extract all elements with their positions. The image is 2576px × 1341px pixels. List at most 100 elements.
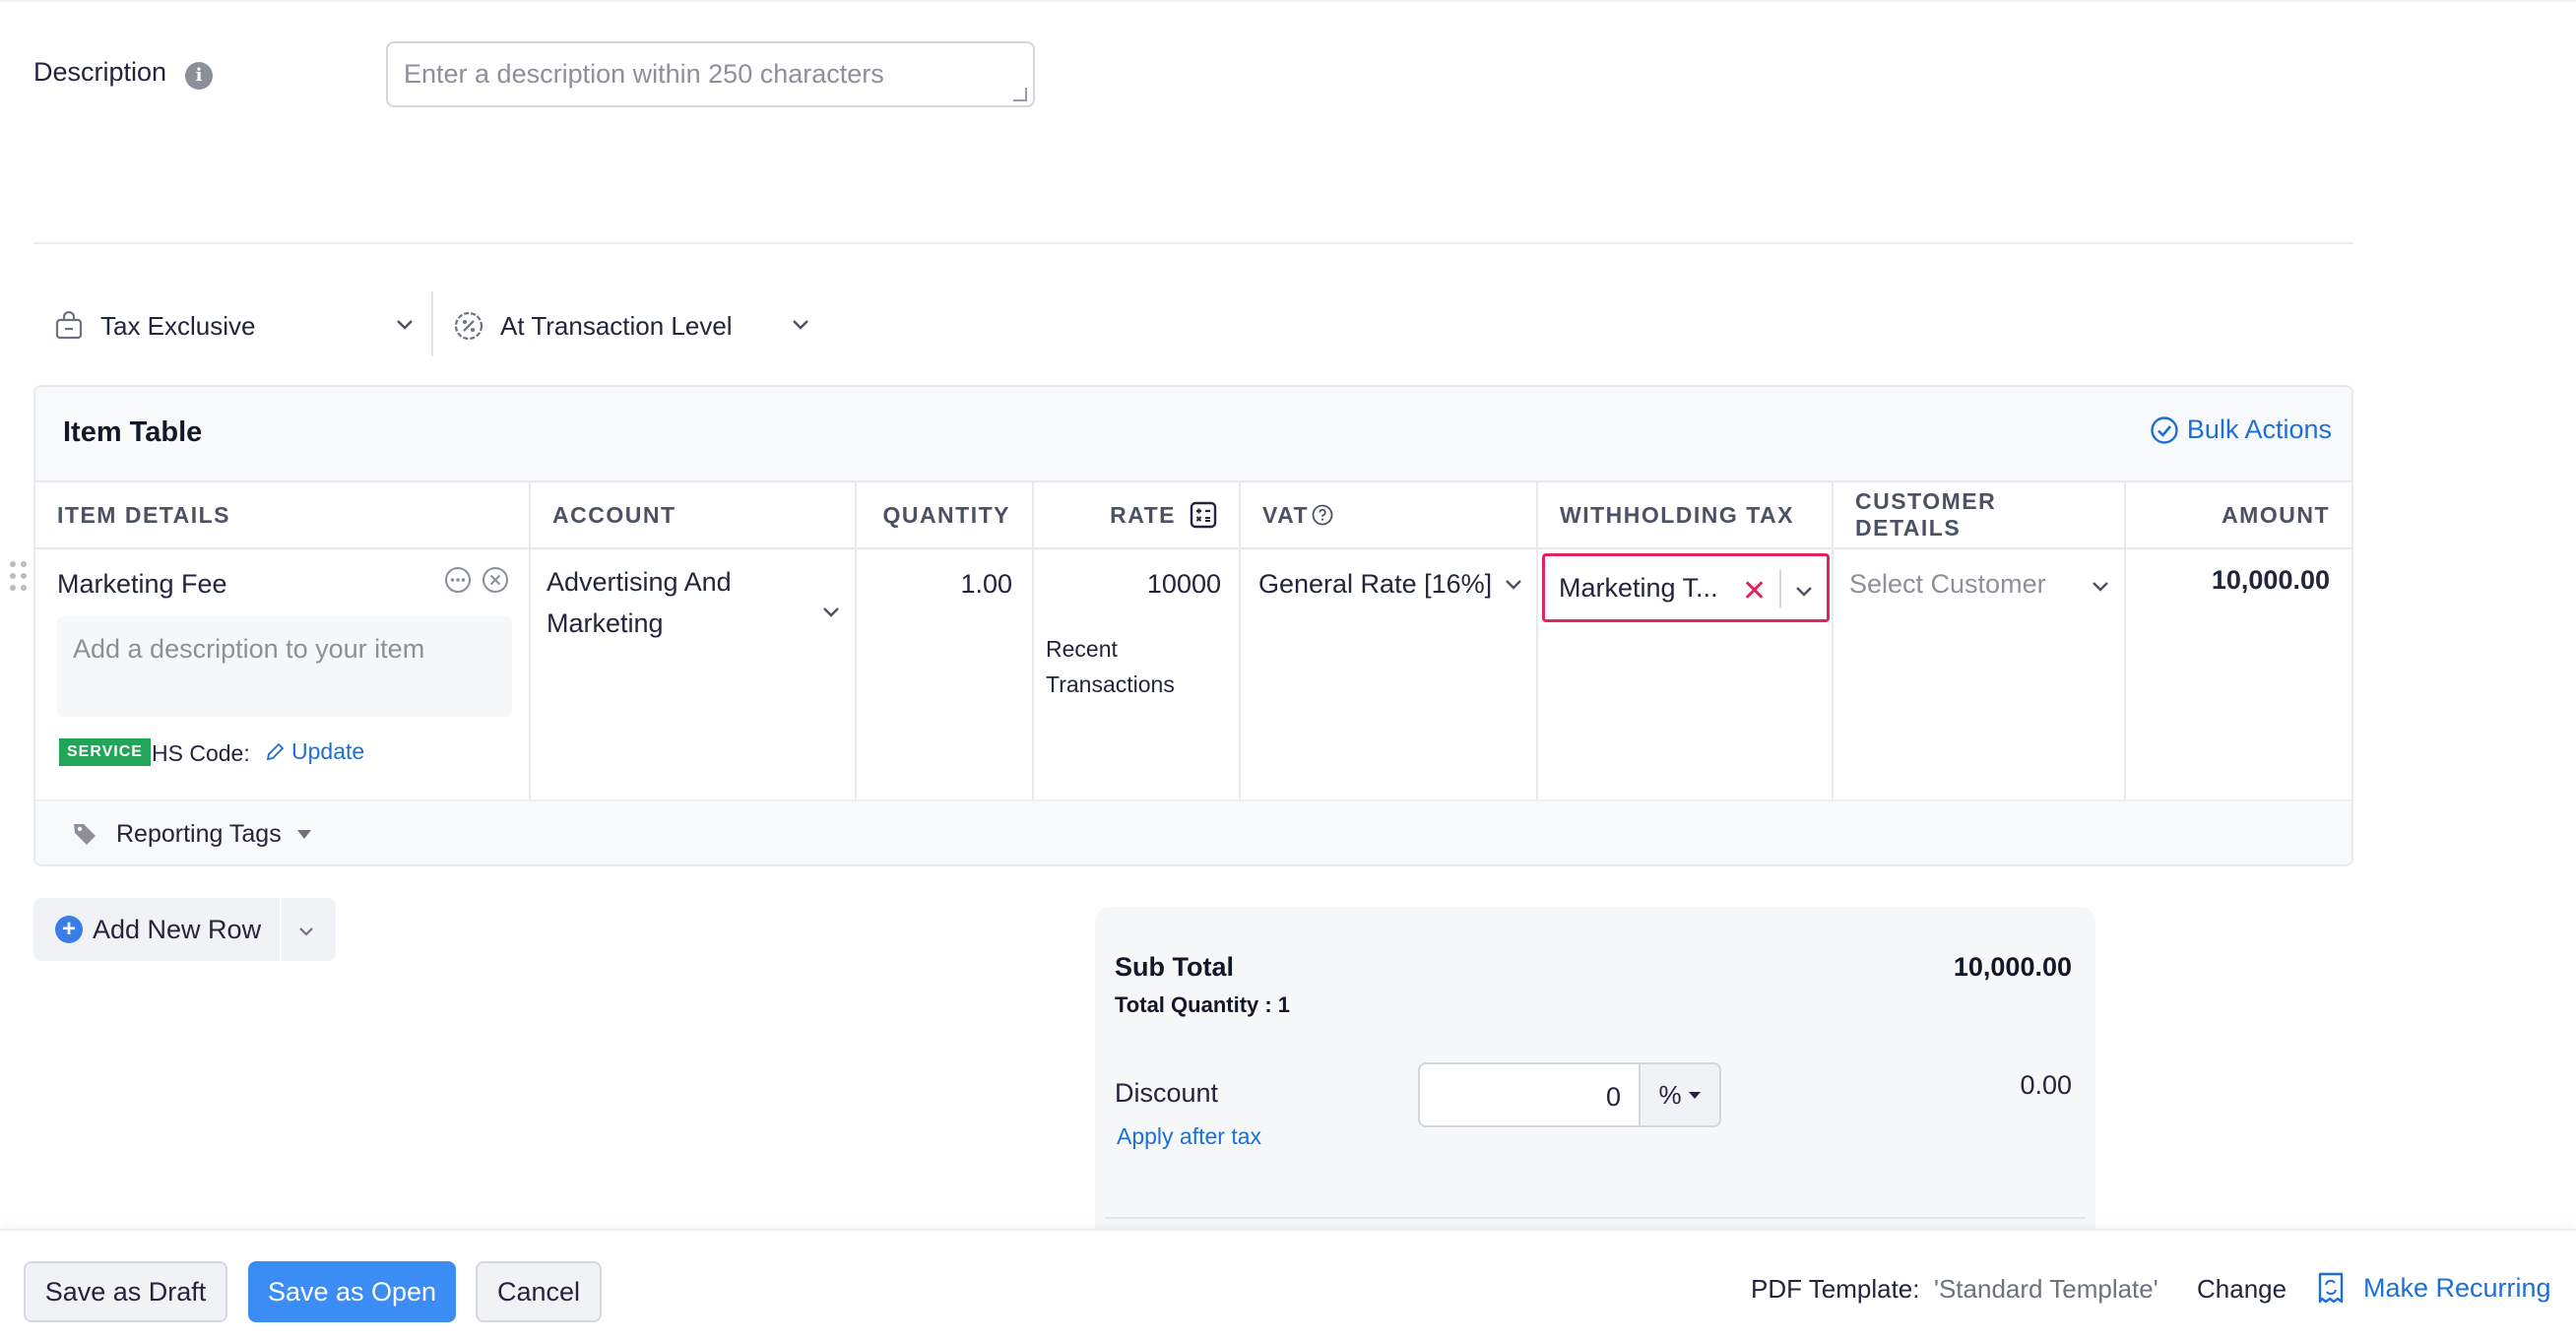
- header-item-details: ITEM DETAILS: [35, 482, 529, 549]
- reporting-tags-label: Reporting Tags: [116, 819, 282, 848]
- column-rate: RATE 10000 Recent Transactions: [1034, 482, 1241, 799]
- chevron-down-icon[interactable]: [295, 919, 317, 949]
- column-amount: AMOUNT 10,000.00: [2126, 482, 2351, 799]
- header-rate: RATE: [1034, 482, 1239, 549]
- header-withholding-tax: WITHHOLDING TAX: [1538, 482, 1832, 549]
- info-icon[interactable]: i: [185, 62, 213, 90]
- description-placeholder: Enter a description within 250 character…: [404, 59, 884, 89]
- caret-down-icon: [295, 827, 313, 841]
- description-input[interactable]: Enter a description within 250 character…: [386, 41, 1035, 107]
- tax-mode-select[interactable]: Tax Exclusive: [53, 295, 416, 356]
- check-circle-icon: [2150, 415, 2179, 445]
- column-withholding-tax: WITHHOLDING TAX Marketing T... ✕: [1538, 482, 1834, 799]
- customer-select[interactable]: Select Customer: [1849, 569, 2111, 608]
- save-open-button[interactable]: Save as Open: [248, 1261, 456, 1322]
- sub-total-label: Sub Total: [1115, 952, 1234, 982]
- caret-down-icon: [1688, 1090, 1702, 1100]
- save-draft-button[interactable]: Save as Draft: [24, 1261, 227, 1322]
- plus-circle-icon: +: [55, 916, 83, 943]
- change-template-link[interactable]: Change: [2197, 1274, 2286, 1305]
- apply-after-tax-link[interactable]: Apply after tax: [1117, 1123, 1261, 1150]
- column-item-details: ITEM DETAILS Marketing Fee Add a descrip…: [35, 482, 531, 799]
- column-vat: VAT General Rate [16%]: [1241, 482, 1538, 799]
- chevron-down-icon: [2090, 575, 2111, 602]
- item-table: Item Table Bulk Actions ITEM DETAILS Mar…: [33, 385, 2353, 866]
- description-label: Description: [33, 57, 167, 87]
- remove-item-icon[interactable]: [481, 565, 510, 600]
- item-table-title: Item Table: [63, 416, 203, 448]
- recent-transactions-link-line2[interactable]: Transactions: [1046, 671, 1175, 698]
- tax-mode-value: Tax Exclusive: [100, 310, 256, 341]
- chevron-down-icon: [820, 601, 842, 627]
- column-account: ACCOUNT Advertising And Marketing: [531, 482, 857, 799]
- quantity-input[interactable]: 1.00: [960, 569, 1012, 600]
- clear-icon[interactable]: ✕: [1742, 574, 1767, 608]
- discount-unit-select[interactable]: %: [1639, 1062, 1721, 1127]
- chevron-down-icon: [790, 311, 811, 342]
- service-badge: SERVICE: [59, 738, 151, 766]
- bulk-actions-button[interactable]: Bulk Actions: [2150, 415, 2332, 445]
- discount-input[interactable]: 0: [1418, 1062, 1641, 1127]
- section-divider: [33, 242, 2353, 244]
- account-select[interactable]: Advertising And Marketing: [547, 567, 842, 656]
- header-account: ACCOUNT: [531, 482, 855, 549]
- header-amount: AMOUNT: [2126, 482, 2351, 549]
- header-quantity: QUANTITY: [857, 482, 1032, 549]
- vat-value: General Rate [16%]: [1258, 569, 1493, 599]
- cancel-button[interactable]: Cancel: [476, 1261, 602, 1322]
- vat-select[interactable]: General Rate [16%]: [1258, 569, 1524, 608]
- calculator-icon[interactable]: [1190, 501, 1217, 529]
- pdf-template-value: 'Standard Template': [1934, 1274, 2158, 1304]
- total-quantity: Total Quantity : 1: [1115, 992, 1291, 1017]
- sub-total-value: 10,000.00: [1953, 952, 2072, 982]
- rate-input[interactable]: 10000: [1147, 569, 1221, 600]
- add-new-row-button[interactable]: + Add New Row: [33, 898, 336, 961]
- bulk-actions-label: Bulk Actions: [2186, 415, 2332, 444]
- discount-label: Discount: [1115, 1078, 1219, 1108]
- header-vat: VAT: [1241, 482, 1536, 549]
- reporting-tags-row[interactable]: Reporting Tags: [35, 803, 2351, 864]
- discount-level-value: At Transaction Level: [500, 310, 733, 341]
- select-divider: [1779, 570, 1781, 607]
- make-recurring-label: Make Recurring: [2363, 1272, 2551, 1303]
- item-description-placeholder: Add a description to your item: [73, 634, 425, 664]
- account-line-2: Marketing: [547, 608, 664, 638]
- discount-badge-icon: [453, 310, 484, 342]
- column-quantity: QUANTITY 1.00: [857, 482, 1034, 799]
- discount-level-select[interactable]: At Transaction Level: [453, 295, 811, 356]
- discount-unit-value: %: [1658, 1079, 1682, 1110]
- column-customer-details: CUSTOMER DETAILS Select Customer: [1834, 482, 2126, 799]
- pencil-icon: [264, 741, 286, 763]
- withholding-tax-select[interactable]: Marketing T... ✕: [1542, 553, 1830, 622]
- tag-icon: [71, 820, 98, 848]
- hs-update-label: Update: [291, 738, 365, 764]
- customer-placeholder: Select Customer: [1849, 569, 2046, 599]
- drag-handle-icon[interactable]: [8, 559, 30, 600]
- hs-update-link[interactable]: Update: [264, 738, 364, 765]
- button-split-divider: [280, 898, 282, 961]
- pdf-template-label: PDF Template:: [1751, 1274, 1920, 1304]
- selector-divider: [431, 291, 433, 356]
- more-options-icon[interactable]: [443, 565, 473, 600]
- hs-code-label: HS Code:: [152, 740, 250, 766]
- make-recurring-link[interactable]: Make Recurring: [2316, 1271, 2551, 1305]
- header-customer-details: CUSTOMER DETAILS: [1834, 482, 2124, 549]
- chevron-down-icon[interactable]: [1793, 578, 1815, 608]
- header-rate-label: RATE: [1110, 501, 1176, 528]
- item-name[interactable]: Marketing Fee: [57, 569, 227, 600]
- footer-bar: Save as Draft Save as Open Cancel PDF Te…: [0, 1229, 2576, 1341]
- chevron-down-icon: [1503, 573, 1524, 600]
- header-vat-label: VAT: [1262, 501, 1310, 528]
- add-new-row-label: Add New Row: [93, 914, 262, 944]
- recent-transactions-link-line1[interactable]: Recent: [1046, 636, 1118, 663]
- item-grid: ITEM DETAILS Marketing Fee Add a descrip…: [35, 480, 2351, 801]
- discount-amount: 0.00: [2020, 1070, 2072, 1100]
- resize-handle-icon[interactable]: [1013, 88, 1027, 101]
- amount-value: 10,000.00: [2211, 565, 2330, 595]
- totals-divider: [1105, 1217, 2086, 1219]
- recurring-icon: [2316, 1271, 2346, 1305]
- account-line-1: Advertising And: [547, 567, 732, 597]
- help-icon[interactable]: [1311, 503, 1334, 527]
- item-description-input[interactable]: Add a description to your item: [57, 616, 512, 717]
- top-divider: [0, 0, 2576, 2]
